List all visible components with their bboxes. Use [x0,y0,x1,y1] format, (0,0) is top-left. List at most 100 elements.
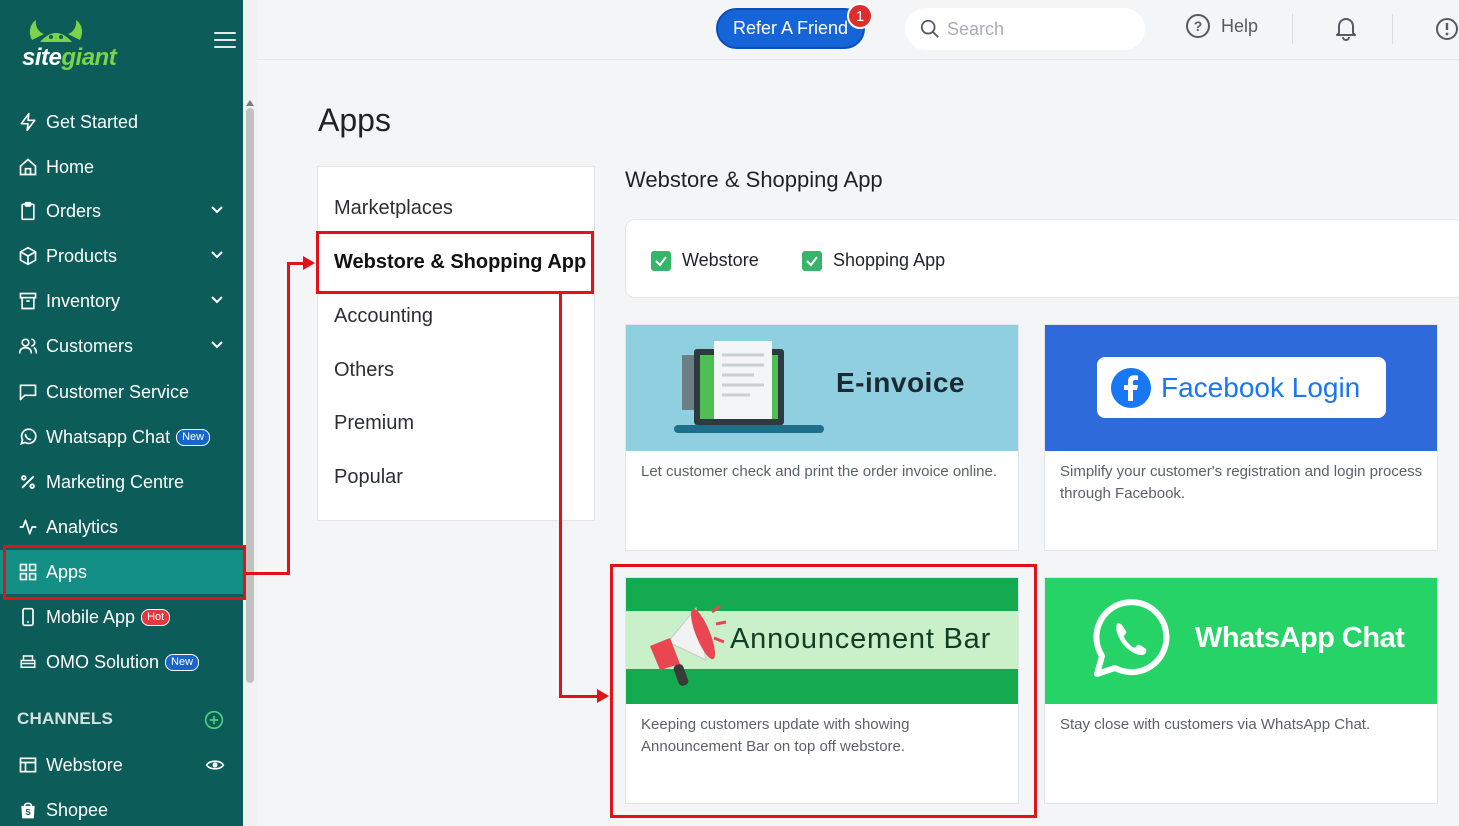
chevron-down-icon[interactable] [210,248,224,262]
sidebar-item-label: Marketing Centre [46,471,185,492]
new-badge: New [176,428,211,446]
sidebar-item-label: Home [46,156,95,177]
app-card-whatsapp-chat[interactable]: WhatsApp Chat Stay close with customers … [1044,577,1438,804]
sidebar-item-marketing-centre[interactable]: Marketing Centre [0,460,243,504]
eye-icon[interactable] [204,755,226,775]
sidebar-item-customer-service[interactable]: Customer Service [0,370,243,414]
search-box[interactable] [905,8,1145,50]
sidebar-item-label: OMO Solution [46,651,160,672]
category-popular[interactable]: Popular [334,466,403,489]
annotation-line [559,293,562,698]
app-card-e-invoice[interactable]: E-invoice Let customer check and print t… [625,324,1019,551]
sidebar-item-label: Products [46,245,118,266]
annotation-line [287,262,290,575]
sidebar-channel-shopee[interactable]: S Shopee [0,788,243,826]
sidebar-item-omo-solution[interactable]: OMO Solution New [0,640,243,684]
scroll-up-icon[interactable] [246,100,254,106]
scrollbar-thumb[interactable] [246,108,254,683]
facebook-icon [1111,367,1151,408]
chevron-down-icon[interactable] [210,338,224,352]
app-banner-title: WhatsApp Chat [1195,622,1405,654]
search-input[interactable] [947,18,1127,40]
logo-text-giant: giant [61,44,117,71]
sidebar-item-analytics[interactable]: Analytics [0,505,243,549]
category-premium[interactable]: Premium [334,412,414,435]
annotation-line [245,572,290,575]
notification-count-badge: 1 [847,3,873,29]
chevron-down-icon[interactable] [210,293,224,307]
filter-shopping-app[interactable]: Shopping App [802,250,945,271]
facebook-login-pill: Facebook Login [1097,357,1386,418]
chevron-down-icon[interactable] [210,203,224,217]
channels-header: CHANNELS [17,709,114,728]
sidebar-item-label: Get Started [46,111,139,132]
store-icon [17,651,39,673]
page-title: Apps [318,102,391,138]
shopee-icon: S [17,799,39,821]
search-icon [920,19,939,38]
users-icon [17,335,39,357]
app-description: Stay close with customers via WhatsApp C… [1060,716,1371,733]
sidebar-item-label: Webstore [46,754,123,775]
pulse-icon [17,516,39,538]
menu-toggle-icon[interactable] [214,32,236,48]
clipboard-icon [17,200,39,222]
sidebar-item-get-started[interactable]: Get Started [0,100,243,144]
refer-a-friend-button[interactable]: Refer A Friend [716,8,865,49]
lightning-icon [17,111,39,133]
sidebar-item-label: Inventory [46,290,121,311]
sidebar-item-label: Customer Service [46,381,190,402]
app-description: Simplify your customer's registration an… [1060,463,1423,502]
add-channel-icon[interactable] [204,710,224,730]
highlight-apps [3,545,246,600]
hot-badge: Hot [141,608,171,626]
annotation-arrow-icon [303,256,315,270]
sidebar-item-products[interactable]: Products [0,234,243,278]
section-title: Webstore & Shopping App [625,167,883,192]
chat-icon [17,381,39,403]
sidebar-item-home[interactable]: Home [0,145,243,189]
whatsapp-icon [17,426,39,448]
sidebar-channel-webstore[interactable]: Webstore [0,743,243,787]
app-banner: Facebook Login [1045,325,1437,451]
sidebar-item-mobile-app[interactable]: Mobile App Hot [0,595,243,639]
app-banner-title: E-invoice [836,367,965,398]
alert-icon[interactable] [1435,17,1459,41]
sidebar: sitegiant Get Started Home Orders Produc… [0,0,257,826]
sidebar-item-orders[interactable]: Orders [0,189,243,233]
filter-webstore[interactable]: Webstore [651,250,759,271]
sidebar-item-whatsapp-chat[interactable]: Whatsapp Chat New [0,415,243,459]
help-icon: ? [1186,14,1210,38]
logo-text-site: site [22,44,62,71]
help-link[interactable]: ? Help [1186,14,1258,38]
category-accounting[interactable]: Accounting [334,305,433,328]
logo-text: sitegiant [22,44,117,72]
category-others[interactable]: Others [334,359,394,382]
sidebar-item-inventory[interactable]: Inventory [0,279,243,323]
highlight-category [316,231,594,294]
new-badge: New [165,653,200,671]
category-list: Marketplaces Webstore & Shopping App Acc… [317,166,595,521]
box-icon [17,245,39,267]
filter-label: Webstore [682,250,759,270]
app-banner: WhatsApp Chat [1045,578,1437,704]
sidebar-item-label: Mobile App [46,606,136,627]
sidebar-item-label: Orders [46,200,102,221]
highlight-announcement-bar [610,564,1037,818]
sitegiant-logo[interactable]: sitegiant [20,18,130,72]
category-marketplaces[interactable]: Marketplaces [334,197,453,220]
sidebar-item-customers[interactable]: Customers [0,324,243,368]
sidebar-item-label: Analytics [46,516,119,537]
webstore-icon [17,754,39,776]
filter-bar: Webstore Shopping App [625,219,1459,298]
sidebar-item-label: Whatsapp Chat [46,426,171,447]
sidebar-scrollbar[interactable] [243,0,257,826]
inventory-icon [17,290,39,312]
whatsapp-icon [1093,599,1170,677]
checkbox-checked-icon[interactable] [802,250,822,271]
sidebar-item-label: Customers [46,335,134,356]
mobile-icon [17,606,39,628]
checkbox-checked-icon[interactable] [651,250,671,271]
app-card-facebook-login[interactable]: Facebook Login Simplify your customer's … [1044,324,1438,551]
bell-icon[interactable] [1334,15,1358,41]
